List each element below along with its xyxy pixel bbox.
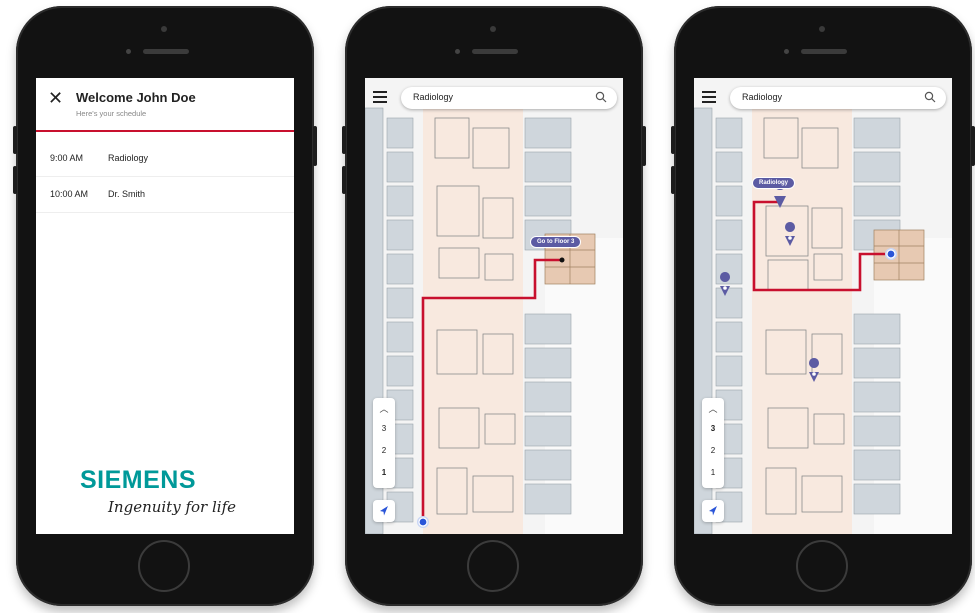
destination-label[interactable]: Radiology xyxy=(752,177,796,189)
home-button[interactable] xyxy=(467,540,519,592)
sensor xyxy=(126,49,131,54)
appointment-time: 10:00 AM xyxy=(50,189,89,199)
volume-up-button xyxy=(13,126,17,154)
appointment-place: Dr. Smith xyxy=(108,189,146,199)
tagline: Ingenuity for life xyxy=(108,498,236,516)
page-title: Welcome John Doe xyxy=(76,90,196,105)
floor-1-button[interactable]: 1 xyxy=(702,468,724,477)
map-screen: Radiology Go to Floor 3 ︿ 3 2 1 xyxy=(365,78,623,534)
sensor xyxy=(784,49,789,54)
sensor xyxy=(455,49,460,54)
volume-down-button xyxy=(342,166,346,194)
floor-3-button[interactable]: 3 xyxy=(702,424,724,433)
search-icon[interactable] xyxy=(924,91,936,103)
floor-plan-map[interactable] xyxy=(694,78,952,534)
close-icon[interactable]: ✕ xyxy=(48,88,63,108)
locate-me-button[interactable] xyxy=(373,500,395,522)
home-button[interactable] xyxy=(796,540,848,592)
search-icon[interactable] xyxy=(595,91,607,103)
volume-down-button xyxy=(671,166,675,194)
home-button[interactable] xyxy=(138,540,190,592)
power-button xyxy=(313,126,317,166)
floor-2-button[interactable]: 2 xyxy=(702,446,724,455)
phone-map-route: Radiology Go to Floor 3 ︿ 3 2 1 xyxy=(342,6,646,606)
volume-up-button xyxy=(342,126,346,154)
search-input[interactable]: Radiology xyxy=(742,92,782,102)
camera xyxy=(161,26,167,32)
appointment-row[interactable]: 10:00 AM Dr. Smith xyxy=(36,176,294,213)
speaker xyxy=(472,49,518,54)
schedule-screen: ✕ Welcome John Doe Here's your schedule … xyxy=(36,78,294,534)
locate-me-button[interactable] xyxy=(702,500,724,522)
speaker xyxy=(801,49,847,54)
search-bar[interactable]: Radiology xyxy=(730,87,946,109)
speaker xyxy=(143,49,189,54)
hamburger-menu-icon[interactable] xyxy=(702,91,716,106)
floor-plan-map[interactable] xyxy=(365,78,623,534)
power-button xyxy=(971,126,975,166)
floor-selector: ︿ 3 2 1 xyxy=(373,398,395,488)
schedule-header: ✕ Welcome John Doe Here's your schedule xyxy=(36,78,294,132)
appointment-time: 9:00 AM xyxy=(50,153,84,163)
floor-3-button[interactable]: 3 xyxy=(373,424,395,433)
floor-selector: ︿ 3 2 1 xyxy=(702,398,724,488)
location-arrow-icon xyxy=(380,506,388,516)
volume-down-button xyxy=(13,166,17,194)
phone-map-destination: Radiology Radiology ︿ 3 2 1 xyxy=(671,6,975,606)
map-screen: Radiology Radiology ︿ 3 2 1 xyxy=(694,78,952,534)
search-input[interactable]: Radiology xyxy=(413,92,453,102)
hamburger-menu-icon[interactable] xyxy=(373,91,387,106)
go-to-floor-button[interactable]: Go to Floor 3 xyxy=(530,236,582,248)
camera xyxy=(819,26,825,32)
floor-1-button[interactable]: 1 xyxy=(373,468,395,477)
floor-2-button[interactable]: 2 xyxy=(373,446,395,455)
location-arrow-icon xyxy=(709,506,717,516)
appointment-place: Radiology xyxy=(108,153,149,163)
phone-schedule: ✕ Welcome John Doe Here's your schedule … xyxy=(13,6,317,606)
siemens-logo: SIEMENS xyxy=(80,466,197,494)
appointment-row[interactable]: 9:00 AM Radiology xyxy=(36,140,294,177)
volume-up-button xyxy=(671,126,675,154)
page-subtitle: Here's your schedule xyxy=(76,109,147,118)
camera xyxy=(490,26,496,32)
chevron-up-icon[interactable]: ︿ xyxy=(373,402,395,415)
chevron-up-icon[interactable]: ︿ xyxy=(702,402,724,415)
search-bar[interactable]: Radiology xyxy=(401,87,617,109)
power-button xyxy=(642,126,646,166)
